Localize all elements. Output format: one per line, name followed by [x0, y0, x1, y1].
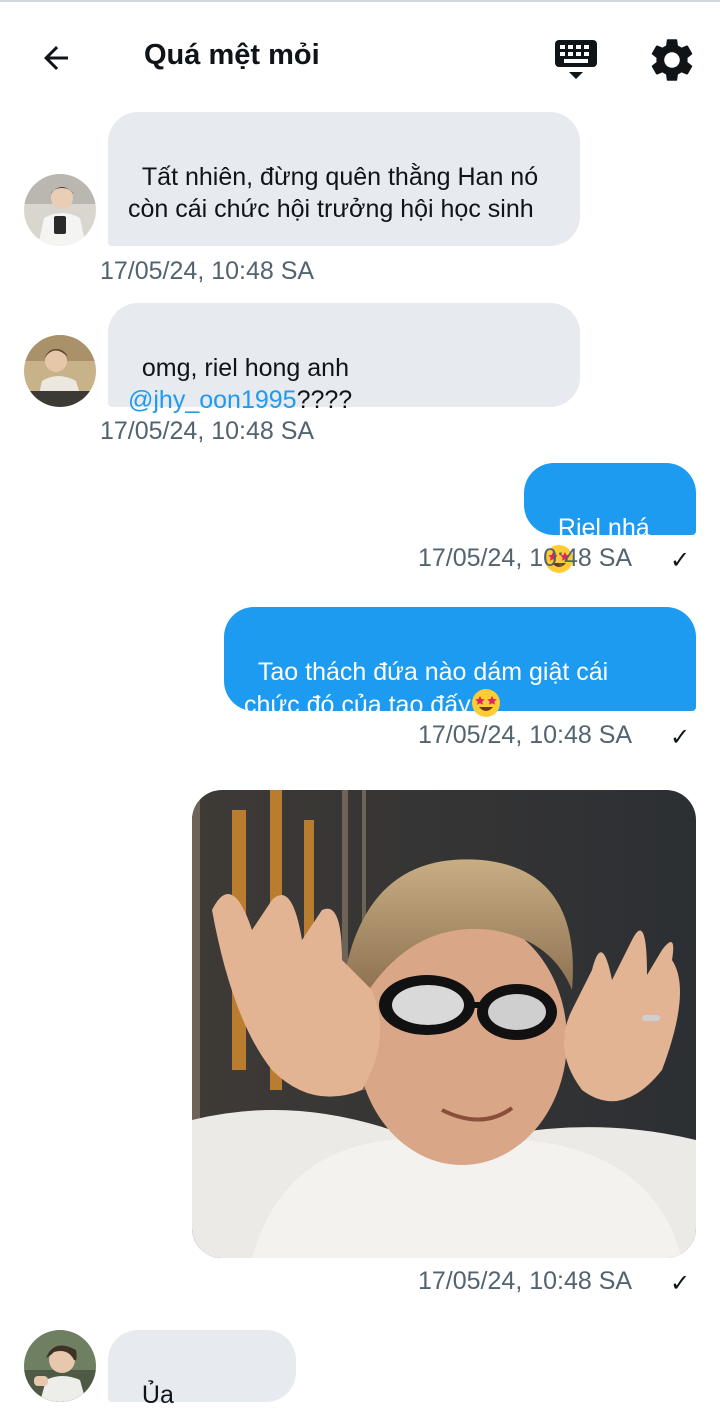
settings-button[interactable] [646, 34, 698, 86]
user-mention-link[interactable]: @jhy_oon1995 [128, 386, 297, 414]
message-timestamp: 17/05/24, 10:48 SA [100, 257, 315, 285]
star-struck-emoji-icon [471, 689, 500, 717]
conversation-title: Quá mệt mỏi [144, 39, 320, 71]
message-bubble[interactable]: Tất nhiên, đừng quên thằng Han nó còn cá… [108, 112, 580, 246]
avatar[interactable] [24, 174, 96, 246]
gear-icon [651, 39, 693, 81]
message-text: Tất nhiên, đừng quên thằng Han nó còn cá… [128, 163, 546, 223]
sent-check-icon: ✓ [670, 724, 691, 751]
message-bubble[interactable]: Ủa bạn???? [108, 1330, 296, 1409]
message-timestamp: 17/05/24, 10:48 SA [418, 544, 633, 572]
message-text-suffix: ???? [296, 386, 353, 414]
message-text: Riel nhá [557, 514, 650, 542]
message-bubble[interactable]: Riel nhá [524, 463, 696, 573]
avatar[interactable] [24, 335, 96, 407]
arrow-left-icon [44, 46, 68, 70]
conversation-header: Quá mệt mỏi [0, 2, 720, 100]
message-text: omg, riel hong anh [141, 354, 349, 382]
message-timestamp: 17/05/24, 10:48 SA [100, 417, 315, 445]
keyboard-icon [555, 40, 597, 79]
message-text: Tao thách đứa nào dám giật cái [257, 658, 609, 686]
sent-check-icon: ✓ [670, 547, 691, 574]
back-button[interactable] [30, 34, 82, 82]
message-timestamp: 17/05/24, 10:48 SA [418, 721, 633, 749]
message-text: Ủa bạn???? [141, 1381, 174, 1409]
message-photo[interactable] [192, 790, 696, 1258]
message-bubble[interactable]: omg, riel hong anh @jhy_oon1995???? [108, 303, 580, 414]
message-timestamp: 17/05/24, 10:48 SA [418, 1267, 633, 1295]
keyboard-button[interactable] [549, 36, 603, 84]
sent-check-icon: ✓ [670, 1270, 691, 1297]
message-bubble[interactable]: Tao thách đứa nào dám giật cái chức đó củ… [224, 607, 696, 719]
avatar[interactable] [24, 1330, 96, 1402]
message-text-line2: chức đó của tao đấy [244, 691, 471, 719]
